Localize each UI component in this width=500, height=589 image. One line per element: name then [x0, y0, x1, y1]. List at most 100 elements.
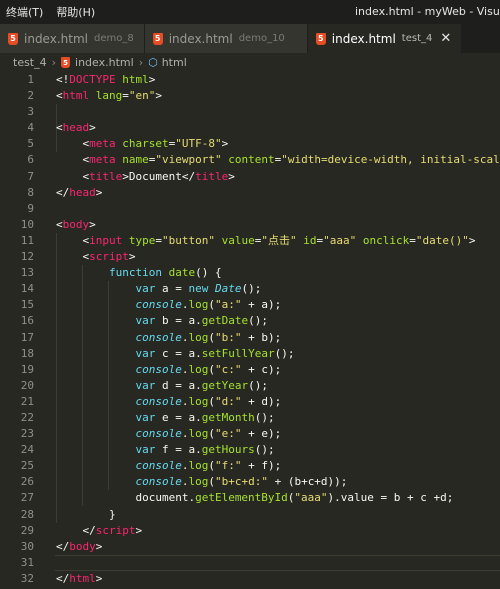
- code-token: a =: [155, 282, 189, 296]
- code-line[interactable]: 1 <!DOCTYPE html>: [0, 72, 500, 88]
- line-code: </script>: [56, 523, 142, 539]
- code-token: =: [155, 233, 162, 247]
- code-line[interactable]: 15 console.log("a:" + a);: [0, 297, 500, 313]
- code-line[interactable]: 25 console.log("f:" + f);: [0, 458, 500, 474]
- code-line[interactable]: 26 console.log("b+c+d:" + (b+c+d));: [0, 474, 500, 490]
- code-token: log: [188, 427, 209, 441]
- code-token: >: [228, 169, 235, 183]
- code-line[interactable]: 7 <title>Document</title>: [0, 169, 500, 185]
- code-line[interactable]: 17 console.log("b:" + b);: [0, 330, 500, 346]
- code-line[interactable]: 23 console.log("e:" + e);: [0, 426, 500, 442]
- code-token: ();: [248, 378, 268, 392]
- line-number: 12: [20, 250, 34, 264]
- code-line[interactable]: 13 function date() {: [0, 265, 500, 281]
- breadcrumb-file[interactable]: index.html: [75, 56, 134, 69]
- editor-tab-bar: 5 index.html demo_8 5 index.html demo_10…: [0, 24, 500, 53]
- code-token: function: [108, 266, 162, 280]
- code-token: (: [208, 362, 215, 376]
- code-line[interactable]: 28 }: [0, 507, 500, 523]
- chevron-right-icon: ›: [138, 56, 144, 69]
- code-token: "width=device-width, initial-scale=: [281, 153, 500, 167]
- line-code: <script>: [56, 249, 135, 265]
- code-line[interactable]: 11 <input type="button" value="点击" id="a…: [0, 233, 500, 249]
- line-code: <html lang="en">: [56, 88, 162, 104]
- line-number: 9: [27, 201, 34, 215]
- code-token: + c);: [241, 362, 282, 376]
- code-line[interactable]: 21 console.log("d:" + d);: [0, 394, 500, 410]
- code-token: (: [208, 298, 215, 312]
- code-line[interactable]: 18 var c = a.setFullYear();: [0, 346, 500, 362]
- code-token: log: [188, 362, 209, 376]
- code-line[interactable]: 31: [0, 554, 500, 572]
- line-number: 19: [20, 362, 34, 376]
- code-token: "viewport": [155, 153, 222, 167]
- breadcrumb: test_4 › 5 index.html › ⬡ html: [0, 53, 500, 72]
- code-line[interactable]: 14 var a = new Date();: [0, 281, 500, 297]
- code-token: "aaa": [294, 491, 328, 505]
- tab-index-demo-8[interactable]: 5 index.html demo_8: [0, 24, 145, 53]
- menu-help[interactable]: 帮助(H): [50, 4, 102, 20]
- close-icon[interactable]: ✕: [440, 31, 451, 46]
- code-token: <: [56, 169, 90, 183]
- code-line[interactable]: 3: [0, 104, 500, 120]
- line-code: console.log("b:" + b);: [56, 330, 281, 346]
- code-token: type: [128, 233, 156, 247]
- code-token: title: [89, 169, 123, 183]
- html5-icon: 5: [315, 32, 326, 45]
- code-editor[interactable]: 1 <!DOCTYPE html> 2 <html lang="en"> 3 4 <head…: [0, 72, 500, 587]
- code-line[interactable]: 27 document.getElementById("aaa").value …: [0, 490, 500, 506]
- tab-index-test-4[interactable]: 5 index.html test_4 ✕: [307, 24, 463, 53]
- code-line[interactable]: 12 <script>: [0, 249, 500, 265]
- code-token: <: [56, 217, 63, 231]
- line-number: 14: [20, 282, 34, 296]
- line-code: <meta charset="UTF-8">: [56, 136, 228, 152]
- code-line[interactable]: 16 var b = a.getDate();: [0, 313, 500, 329]
- code-token: "c:": [214, 362, 242, 376]
- code-token: html: [62, 89, 90, 103]
- code-token: getYear: [201, 378, 249, 392]
- code-token: f = a.: [155, 443, 202, 457]
- line-number: 16: [20, 314, 34, 328]
- code-line[interactable]: 30 </body>: [0, 539, 500, 555]
- code-token: script: [95, 523, 136, 537]
- code-line[interactable]: 9: [0, 201, 500, 217]
- tab-index-demo-10[interactable]: 5 index.html demo_10: [144, 24, 308, 53]
- code-token: content: [228, 153, 275, 167]
- line-code: var f = a.getHours();: [56, 442, 274, 458]
- code-token: "d:": [214, 394, 242, 408]
- code-token: head: [62, 121, 90, 135]
- code-token: console: [135, 298, 182, 312]
- code-line[interactable]: 32 </html>: [0, 571, 500, 587]
- code-line[interactable]: 22 var e = a.getMonth();: [0, 410, 500, 426]
- line-number: 22: [20, 410, 34, 424]
- code-line[interactable]: 2 <html lang="en">: [0, 88, 500, 104]
- code-token: var: [135, 410, 156, 424]
- code-token: >: [89, 121, 96, 135]
- code-line[interactable]: 6 <meta name="viewport" content="width=d…: [0, 152, 500, 168]
- code-line[interactable]: 5 <meta charset="UTF-8">: [0, 136, 500, 152]
- code-token: var: [135, 282, 156, 296]
- html5-icon: 5: [61, 57, 71, 68]
- code-token: }: [56, 507, 116, 521]
- menu-terminal[interactable]: 终端(T): [0, 4, 50, 20]
- code-line[interactable]: 19 console.log("c:" + c);: [0, 362, 500, 378]
- code-line[interactable]: 24 var f = a.getHours();: [0, 442, 500, 458]
- code-token: title: [195, 169, 229, 183]
- breadcrumb-folder[interactable]: test_4: [13, 56, 47, 69]
- code-line[interactable]: 29 </script>: [0, 523, 500, 539]
- breadcrumb-element[interactable]: html: [162, 56, 187, 69]
- code-token: =: [122, 89, 129, 103]
- code-token: "button": [162, 233, 215, 247]
- line-number: 23: [20, 427, 34, 441]
- code-line[interactable]: 10 <body>: [0, 217, 500, 233]
- tab-folder: test_4: [401, 33, 433, 44]
- code-token: value: [221, 233, 255, 247]
- code-line[interactable]: 20 var d = a.getYear();: [0, 378, 500, 394]
- code-token: body: [62, 217, 90, 231]
- code-line[interactable]: 8 </head>: [0, 185, 500, 201]
- code-line[interactable]: 4 <head>: [0, 120, 500, 136]
- code-token: new: [188, 282, 209, 296]
- code-token: console: [135, 394, 182, 408]
- code-token: (: [208, 330, 215, 344]
